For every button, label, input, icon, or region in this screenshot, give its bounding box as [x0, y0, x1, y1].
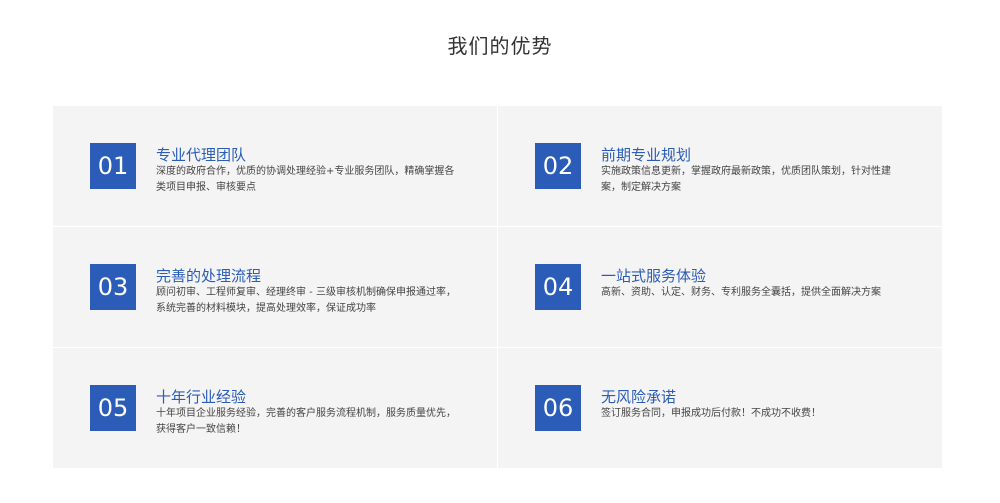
advantage-card-04: 04 一站式服务体验 高新、资助、认定、财务、专利服务全囊括，提供全面解决方案: [498, 227, 942, 347]
advantage-title: 前期专业规划: [601, 146, 692, 164]
advantage-title: 十年行业经验: [156, 388, 247, 406]
advantage-card-03: 03 完善的处理流程 顾问初审、工程师复审、经理终审 - 三级审核机制确保申报通…: [53, 227, 497, 347]
advantage-title: 专业代理团队: [156, 146, 247, 164]
advantage-description: 十年项目企业服务经验，完善的客户服务流程机制，服务质量优先，获得客户一致信赖！: [156, 408, 456, 435]
advantage-number: 02: [535, 143, 581, 189]
advantage-description: 深度的政府合作，优质的协调处理经验+专业服务团队，精确掌握各类项目申报、审核要点: [156, 166, 455, 193]
advantage-number: 01: [90, 143, 136, 189]
advantage-card-01: 01 专业代理团队 深度的政府合作，优质的协调处理经验+专业服务团队，精确掌握各…: [53, 106, 497, 226]
advantage-description: 高新、资助、认定、财务、专利服务全囊括，提供全面解决方案: [601, 287, 881, 298]
advantage-title: 完善的处理流程: [156, 267, 262, 285]
advantage-title: 无风险承诺: [601, 388, 677, 406]
advantage-number: 04: [535, 264, 581, 310]
advantage-title: 一站式服务体验: [601, 267, 707, 285]
advantage-number: 05: [90, 385, 136, 431]
advantages-grid: 01 专业代理团队 深度的政府合作，优质的协调处理经验+专业服务团队，精确掌握各…: [53, 106, 942, 468]
advantage-card-06: 06 无风险承诺 签订服务合同，申报成功后付款！不成功不收费！: [498, 348, 942, 468]
advantage-card-05: 05 十年行业经验 十年项目企业服务经验，完善的客户服务流程机制，服务质量优先，…: [53, 348, 497, 468]
advantage-description: 签订服务合同，申报成功后付款！不成功不收费！: [601, 408, 821, 419]
advantage-number: 06: [535, 385, 581, 431]
advantage-card-02: 02 前期专业规划 实施政策信息更新，掌握政府最新政策，优质团队策划，针对性建案…: [498, 106, 942, 226]
advantage-description: 顾问初审、工程师复审、经理终审 - 三级审核机制确保申报通过率，系统完善的材料模…: [156, 287, 456, 314]
section-title: 我们的优势: [447, 34, 553, 58]
advantage-description: 实施政策信息更新，掌握政府最新政策，优质团队策划，针对性建案，制定解决方案: [601, 166, 891, 193]
advantage-number: 03: [90, 264, 136, 310]
